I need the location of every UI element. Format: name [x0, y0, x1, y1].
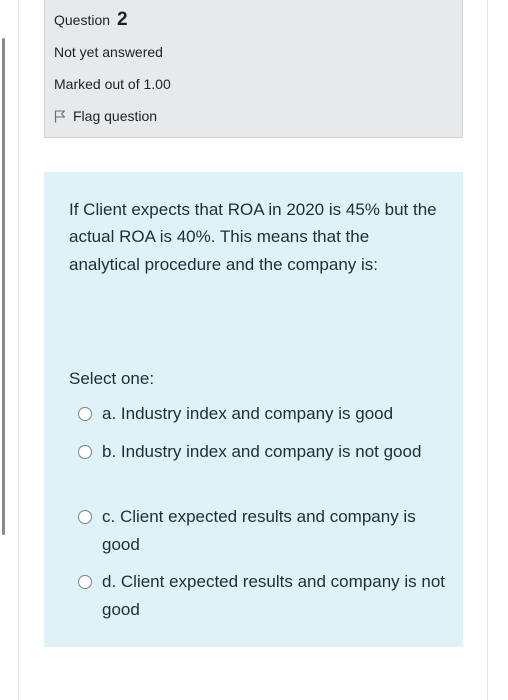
answer-option-d[interactable]: d. Client expected results and company i… — [78, 572, 448, 623]
radio-button-b[interactable] — [78, 445, 92, 459]
question-number: 2 — [116, 9, 128, 30]
answer-option-label: a. Industry index and company is good — [102, 404, 394, 423]
question-state: Not yet answered — [54, 44, 163, 60]
answer-option-label: b. Industry index and company is not goo… — [102, 442, 422, 461]
answer-option-c[interactable]: c. Client expected results and company i… — [78, 507, 448, 558]
flag-question-label: Flag question — [73, 108, 158, 124]
radio-button-a[interactable] — [78, 407, 92, 421]
answer-option-b[interactable]: b. Industry index and company is not goo… — [78, 442, 448, 466]
select-prompt: Select one: — [69, 369, 155, 388]
question-grade: Marked out of 1.00 — [54, 76, 171, 92]
flag-question-link[interactable]: Flag question — [54, 108, 157, 124]
radio-button-d[interactable] — [78, 575, 92, 589]
answer-option-label: c. Client expected results and company i… — [102, 507, 416, 554]
question-title: Question 2 — [54, 9, 128, 31]
scrollbar[interactable] — [2, 38, 5, 535]
answer-option-a[interactable]: a. Industry index and company is good — [78, 404, 448, 428]
question-text: If Client expects that ROA in 2020 is 45… — [69, 200, 437, 274]
question-content: If Client expects that ROA in 2020 is 45… — [44, 172, 463, 647]
flag-icon — [54, 109, 66, 122]
answer-option-label: d. Client expected results and company i… — [102, 572, 446, 619]
question-info-panel: Question 2 Not yet answered Marked out o… — [44, 0, 463, 138]
radio-button-c[interactable] — [78, 510, 92, 524]
question-label: Question — [54, 12, 111, 28]
page: Question 2 Not yet answered Marked out o… — [0, 0, 508, 700]
